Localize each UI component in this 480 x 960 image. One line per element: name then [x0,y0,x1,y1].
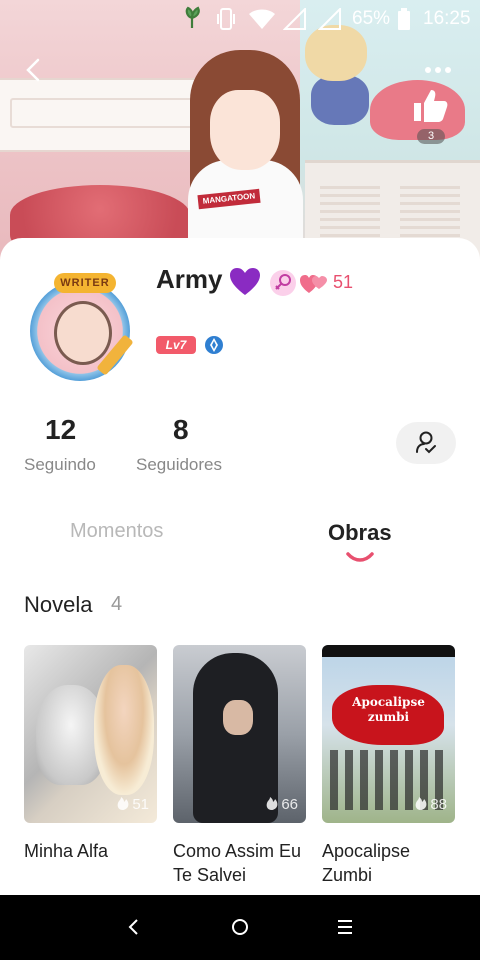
book-cover-3-text: Apocalipse zumbi [352,695,425,724]
nav-home-button[interactable] [228,915,252,939]
back-button[interactable] [22,58,46,82]
avatar-face [54,301,112,365]
nav-home-icon [232,919,248,935]
female-symbol-icon [275,274,291,290]
purple-heart-icon [230,268,260,295]
banner-character: MANGATOON [180,50,310,270]
book-cover-2[interactable]: 66 [173,645,306,823]
book-cover-3[interactable]: Apocalipse zumbi 88 [322,645,455,823]
book-title-3[interactable]: Apocalipse Zumbi [322,839,457,887]
following-count[interactable]: 12 [45,414,76,446]
avatar[interactable]: WRITER [24,273,146,383]
gender-badge [270,270,296,296]
book-title-2[interactable]: Como Assim Eu Te Salvei [173,839,308,887]
person-check-icon [416,431,436,454]
profile-banner: MANGATOON [0,0,480,270]
more-dots-icon [425,67,451,73]
avatar-writer-badge: WRITER [54,273,116,293]
followers-count[interactable]: 8 [173,414,189,446]
vip-badge-icon [205,336,223,354]
more-options-button[interactable] [420,60,460,80]
wifi-icon [249,9,275,29]
tab-obras[interactable]: Obras [328,520,392,546]
chevron-left-icon [26,58,40,82]
status-bar: 65% 16:25 [0,0,480,38]
fire-icon [266,797,278,810]
book-title-1[interactable]: Minha Alfa [24,839,159,863]
battery-percent: 65% [352,8,391,29]
book-views-1: 51 [116,795,149,813]
following-label[interactable]: Seguindo [24,455,96,475]
nav-back-button[interactable] [122,915,146,939]
signal-icon-2 [318,8,341,30]
like-count: 3 [417,129,445,144]
nav-back-icon [128,919,138,935]
fire-icon [117,797,129,810]
hearts-count: 51 [333,272,354,292]
book-cover-1[interactable]: 51 [24,645,157,823]
username: Army [156,264,223,294]
clock: 16:25 [423,8,471,29]
level-badge: Lv7 [156,336,196,354]
section-count: 4 [111,593,123,615]
book-views-count-1: 51 [132,796,149,813]
tab-indicator [346,552,374,562]
book-views-3: 88 [414,795,447,813]
tab-momentos[interactable]: Momentos [70,520,163,543]
banner-stool [10,185,190,245]
nav-menu-button[interactable] [333,915,357,939]
book-views-count-3: 88 [430,796,447,813]
signal-icon [283,8,306,30]
section-title: Novela [24,592,93,617]
system-nav-bar [0,895,480,960]
thumbs-up-icon [414,90,448,122]
book-views-count-2: 66 [281,796,298,813]
fire-icon [415,797,427,810]
followers-label[interactable]: Seguidores [136,455,222,475]
book-views-2: 66 [265,795,298,813]
banner-teddy [305,25,375,130]
follow-button[interactable] [396,422,456,464]
battery-icon [398,8,410,30]
nav-menu-icon [338,920,352,934]
plant-notification-icon [185,6,200,28]
double-heart-icon [300,275,327,293]
vibrate-icon [217,8,235,30]
